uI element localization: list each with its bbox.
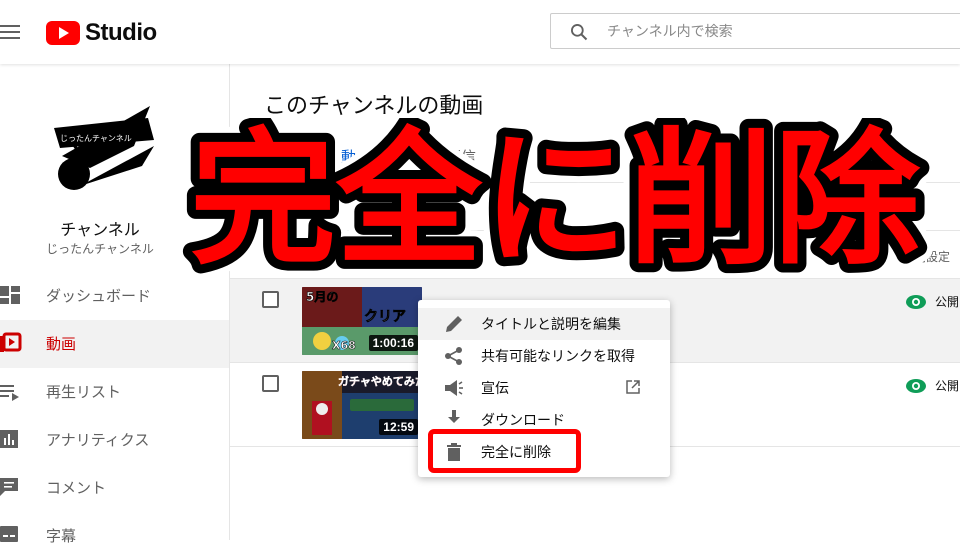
sidebar-item-videos[interactable]: 動画 — [0, 320, 229, 368]
sidebar-item-subtitles[interactable]: 字幕 — [0, 512, 229, 560]
visibility-label: 公開 — [935, 295, 960, 309]
column-header-video[interactable]: 動画 — [300, 248, 324, 265]
video-icon — [0, 332, 22, 352]
row-checkbox[interactable] — [262, 291, 279, 308]
search-box[interactable] — [550, 13, 960, 49]
top-bar: Studio — [0, 0, 960, 64]
comment-icon — [0, 478, 18, 496]
hamburger-line — [0, 25, 20, 27]
thumbnail-text: 5月の — [306, 290, 338, 304]
menu-item-edit[interactable]: タイトルと説明を編集 — [418, 308, 670, 340]
search-input[interactable] — [607, 20, 947, 44]
thumbnail-text: ガチャやめてみた — [338, 374, 422, 388]
thumbnail-text: X68 — [332, 339, 356, 352]
menu-item-download[interactable]: ダウンロード — [418, 404, 670, 436]
page-title: このチャンネルの動画 — [264, 94, 484, 119]
pencil-icon — [446, 316, 462, 332]
playlist-icon — [0, 385, 19, 401]
sidebar-item-label: 動画 — [46, 335, 77, 353]
analytics-icon — [0, 430, 18, 448]
channel-name: チャンネル — [60, 220, 140, 239]
divider — [230, 182, 960, 183]
channel-handle: じったんチャンネル — [46, 242, 154, 256]
menu-button[interactable] — [0, 20, 24, 44]
studio-logo[interactable]: Studio — [46, 19, 157, 46]
sidebar-item-dashboard[interactable]: ダッシュボード — [0, 272, 229, 320]
visibility-label: 公開 — [935, 379, 960, 393]
menu-item-share[interactable]: 共有可能なリンクを取得 — [418, 340, 670, 372]
sidebar-item-comments[interactable]: コメント — [0, 464, 229, 512]
trash-icon — [447, 443, 461, 461]
menu-item-label: ダウンロード — [481, 413, 565, 429]
external-link-icon — [626, 380, 640, 394]
sidebar-item-analytics[interactable]: アナリティクス — [0, 416, 229, 464]
video-duration: 1:00:16 — [368, 335, 418, 351]
video-thumbnail[interactable]: 5月の クリア X68 1:00:16 — [302, 287, 422, 355]
sidebar: じったんチャンネル チャンネル じったんチャンネル ダッシュボード 動画 再生リ… — [0, 64, 230, 545]
row-checkbox[interactable] — [262, 375, 279, 392]
hamburger-line — [0, 31, 20, 33]
menu-item-label: 宣伝 — [481, 381, 509, 397]
eye-icon — [906, 294, 926, 309]
search-icon — [571, 24, 588, 41]
sidebar-item-playlists[interactable]: 再生リスト — [0, 368, 229, 416]
column-header-visibility[interactable]: 公開設定 — [902, 248, 950, 265]
share-icon — [445, 347, 462, 365]
dashboard-icon — [0, 286, 20, 304]
visibility-status[interactable]: 公開 — [906, 293, 959, 310]
sidebar-item-label: ダッシュボード — [46, 287, 152, 305]
eye-icon — [906, 378, 926, 393]
sidebar-item-label: 再生リスト — [46, 383, 122, 401]
channel-art-text: じったんチャンネル — [60, 134, 132, 143]
youtube-play-icon — [46, 21, 80, 45]
video-options-menu: タイトルと説明を編集 共有可能なリンクを取得 宣伝 ダウンロード 完全に削除 — [418, 300, 670, 477]
tab-live[interactable]: イブ配信 — [416, 146, 476, 167]
menu-item-label: 完全に削除 — [481, 445, 551, 461]
video-duration: 12:59 — [379, 419, 418, 435]
hamburger-line — [0, 37, 20, 39]
download-icon — [448, 410, 460, 423]
logo-text: Studio — [85, 19, 157, 46]
subtitles-icon — [0, 526, 18, 542]
menu-item-promote[interactable]: 宣伝 — [418, 372, 670, 404]
menu-item-label: タイトルと説明を編集 — [481, 317, 621, 333]
sidebar-item-label: 字幕 — [46, 527, 77, 545]
tab-uploads[interactable]: ロード動 — [296, 146, 356, 167]
megaphone-icon — [445, 380, 463, 396]
menu-item-label: 共有可能なリンクを取得 — [481, 349, 635, 365]
filter-input[interactable]: フィ — [300, 196, 328, 216]
sidebar-item-label: アナリティクス — [46, 431, 150, 449]
visibility-status[interactable]: 公開 — [906, 377, 959, 394]
divider — [230, 230, 960, 231]
sidebar-item-label: コメント — [46, 479, 107, 497]
video-thumbnail[interactable]: ガチャやめてみた 12:59 — [302, 371, 422, 439]
thumbnail-text: クリア — [364, 309, 406, 325]
menu-item-delete-forever[interactable]: 完全に削除 — [418, 436, 670, 468]
